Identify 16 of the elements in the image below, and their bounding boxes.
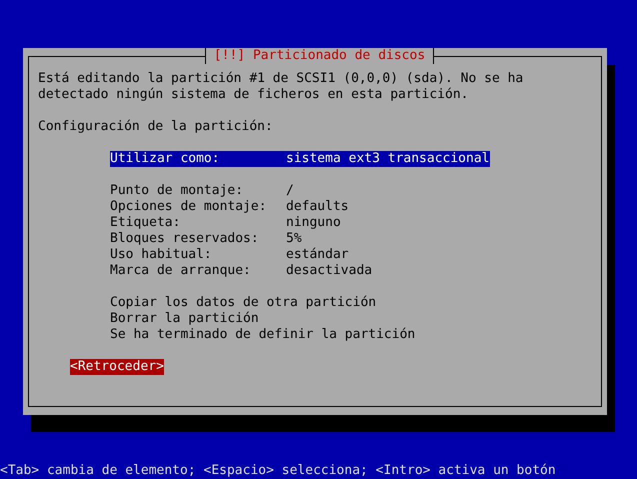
menu-item[interactable]: Utilizar como: sistema ext3 transaccional xyxy=(110,151,490,167)
dialog-title: [!!] Particionado de discos xyxy=(204,48,434,64)
menu-item[interactable]: Punto de montaje: / xyxy=(110,183,294,199)
menu-item[interactable]: Borrar la partición xyxy=(110,311,259,327)
menu-item[interactable]: Copiar los datos de otra partición xyxy=(110,295,376,311)
menu-item[interactable]: Marca de arranque: desactivada xyxy=(110,263,372,279)
back-button[interactable]: <Retroceder> xyxy=(70,359,164,375)
menu-item[interactable]: Opciones de montaje: defaults xyxy=(110,199,349,215)
menu-item[interactable]: Uso habitual: estándar xyxy=(110,247,349,263)
message-text: detectado ningún sistema de ficheros en esta partición. xyxy=(38,87,468,103)
section-label: Configuración de la partición: xyxy=(38,119,273,135)
message-text: Está editando la partición #1 de SCSI1 (0,0,0) (sda). No se ha xyxy=(38,71,524,87)
key-help-text: <Tab> cambia de elemento; <Espacio> selecciona; <Intro> activa un botón xyxy=(0,463,556,479)
menu-item[interactable]: Etiqueta: ninguno xyxy=(110,215,341,231)
menu-item[interactable]: Bloques reservados: 5% xyxy=(110,231,302,247)
menu-item[interactable]: Se ha terminado de definir la partición xyxy=(110,327,416,343)
